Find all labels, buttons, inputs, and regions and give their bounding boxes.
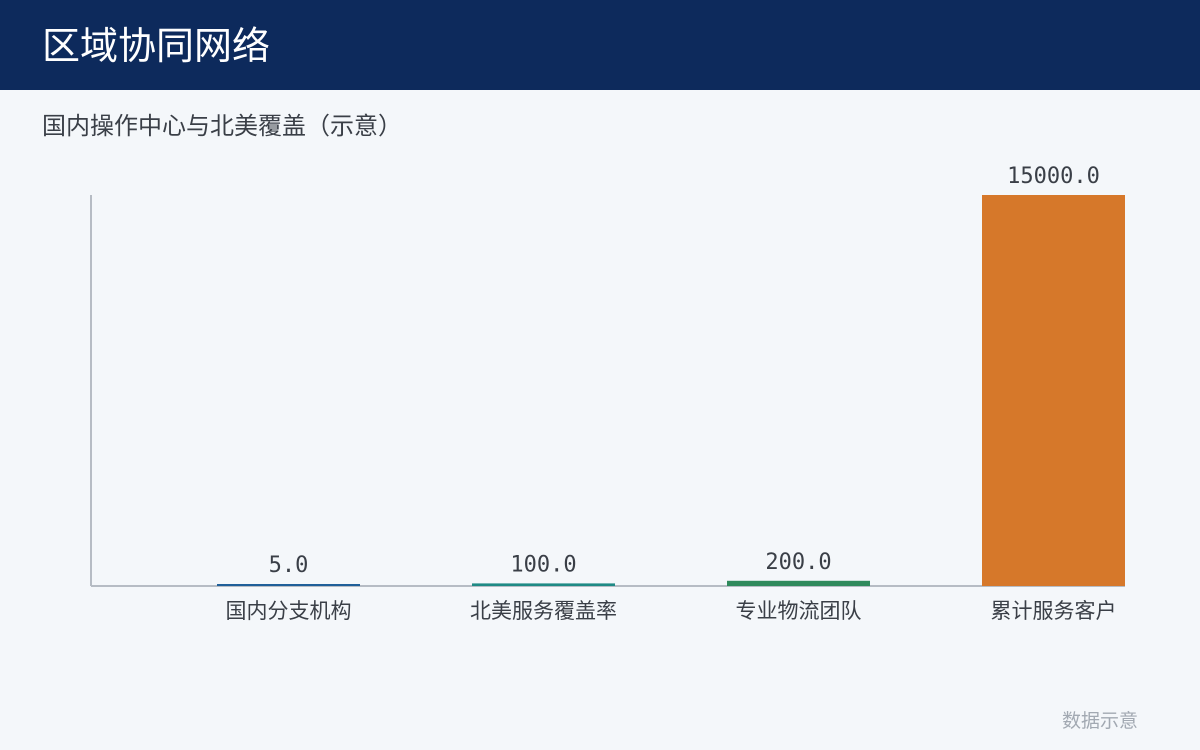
bar-value-label: 5.0 [269,553,309,578]
bar-value-label: 100.0 [510,552,576,577]
bar-value-label: 15000.0 [1007,164,1100,189]
bars-group [217,195,1125,586]
x-tick-label: 国内分支机构 [226,599,352,623]
bar-value-label: 200.0 [765,550,831,575]
bar-4 [982,195,1125,586]
value-labels-group: 5.0 100.0 200.0 15000.0 [269,164,1100,578]
footnote: 数据示意 [1061,710,1138,732]
bar-2 [472,583,615,586]
x-tick-label: 专业物流团队 [736,599,862,623]
bar-chart: 5.0 100.0 200.0 15000.0 国内分支机构 北美服务覆盖率 专业物流团队… [90,164,1125,623]
category-ticks-group: 国内分支机构 北美服务覆盖率 专业物流团队 累计服务客户 [226,599,1117,623]
bar-3 [727,580,870,586]
x-tick-label: 北美服务覆盖率 [470,599,617,623]
x-tick-label: 累计服务客户 [991,599,1117,623]
bar-1 [217,584,360,586]
